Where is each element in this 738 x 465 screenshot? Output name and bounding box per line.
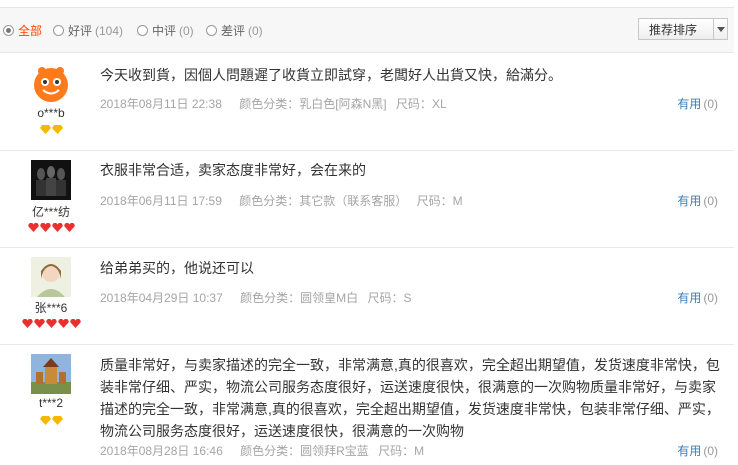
sort-dropdown[interactable]: 推荐排序 (638, 18, 728, 40)
useful-label[interactable]: 有用 (677, 444, 701, 458)
useful-button[interactable]: 有用 (0) (677, 192, 718, 209)
filter-all-label: 全部 (18, 24, 43, 38)
gold-diamond-badge-icon (18, 125, 84, 134)
filter-negative-label: 差评 (221, 24, 246, 38)
castle-landscape-avatar-icon[interactable] (31, 354, 71, 394)
useful-button[interactable]: 有用 (0) (677, 289, 718, 306)
filter-positive[interactable]: 好评 (104) (53, 22, 123, 39)
size-label: 尺码： (378, 444, 415, 458)
review-text: 质量非常好，与卖家描述的完全一致，非常满意,真的很喜欢，完全超出期望值，发货速度… (100, 357, 720, 439)
dark-figures-avatar-icon[interactable] (31, 160, 71, 200)
color-value: 乳白色[阿森N黑] (299, 97, 387, 111)
filter-positive-label: 好评 (68, 24, 93, 38)
radio-all[interactable] (3, 25, 14, 36)
filter-neutral[interactable]: 中评 (0) (137, 22, 194, 39)
filter-neutral-count: (0) (179, 23, 194, 38)
useful-label[interactable]: 有用 (677, 194, 701, 208)
useful-button[interactable]: 有用 (0) (677, 95, 718, 112)
size-label: 尺码： (367, 291, 404, 305)
size-label: 尺码： (395, 97, 432, 111)
useful-label[interactable]: 有用 (677, 291, 701, 305)
username[interactable]: t***2 (18, 396, 84, 410)
color-value: 圆领皇M白 (300, 291, 359, 305)
review-meta: 2018年06月11日 17:59 颜色分类：其它款（联系客服） 尺码：M (100, 192, 463, 209)
filter-negative-count: (0) (248, 23, 263, 38)
color-value: 圆领拜R宝蓝 (300, 444, 369, 458)
orange-cartoon-avatar-icon[interactable] (31, 63, 71, 103)
filter-neutral-label: 中评 (152, 24, 177, 38)
color-label: 颜色分类： (240, 291, 301, 305)
useful-count: (0) (703, 97, 718, 111)
username[interactable]: o***b (18, 106, 84, 120)
red-heart-badge-icon (18, 319, 84, 328)
sort-label: 推荐排序 (649, 22, 698, 37)
size-value: S (403, 291, 412, 305)
radio-positive[interactable] (53, 25, 64, 36)
review-filter-bar: 全部 好评 (104) 中评 (0) 差评 (0) 推荐排序 (0, 7, 734, 53)
size-label: 尺码： (416, 194, 453, 208)
useful-button[interactable]: 有用 (0) (677, 442, 718, 459)
color-label: 颜色分类： (239, 194, 300, 208)
radio-neutral[interactable] (137, 25, 148, 36)
girl-portrait-avatar-icon[interactable] (31, 257, 71, 297)
size-value: M (452, 194, 463, 208)
size-value: M (414, 444, 425, 458)
gold-diamond-badge-icon (18, 416, 84, 425)
color-label: 颜色分类： (239, 97, 300, 111)
review-meta: 2018年04月29日 10:37 颜色分类：圆领皇M白 尺码：S (100, 289, 412, 306)
useful-count: (0) (703, 194, 718, 208)
review-text: 给弟弟买的，他说还可以 (100, 260, 254, 276)
review-date: 2018年08月11日 22:38 (100, 97, 222, 111)
useful-count: (0) (703, 444, 718, 458)
review-meta: 2018年08月28日 16:46 颜色分类：圆领拜R宝蓝 尺码：M (100, 442, 424, 459)
useful-label[interactable]: 有用 (677, 97, 701, 111)
color-value: 其它款（联系客服） (299, 194, 408, 208)
review-date: 2018年06月11日 17:59 (100, 194, 222, 208)
review-meta: 2018年08月11日 22:38 颜色分类：乳白色[阿森N黑] 尺码：XL (100, 95, 447, 112)
review-text: 今天收到貨，因個人問題遲了收貨立即試穿，老闆好人出貨又快，給滿分。 (100, 67, 562, 83)
review-item: t***2 质量非常好，与卖家描述的完全一致，非常满意,真的很喜欢，完全超出期望… (0, 344, 734, 465)
filter-positive-count: (104) (95, 23, 124, 38)
red-heart-badge-icon (18, 223, 84, 232)
username[interactable]: 张***6 (18, 299, 84, 316)
size-value: XL (431, 97, 447, 111)
useful-count: (0) (703, 291, 718, 305)
filter-all[interactable]: 全部 (3, 22, 42, 39)
chevron-down-icon[interactable] (713, 19, 727, 39)
color-label: 颜色分类： (240, 444, 301, 458)
review-item: 亿***纺 衣服非常合适，卖家态度非常好，会在来的 2018年06月11日 17… (0, 150, 734, 248)
review-date: 2018年04月29日 10:37 (100, 291, 223, 305)
review-item: o***b 今天收到貨，因個人問題遲了收貨立即試穿，老闆好人出貨又快，給滿分。 … (0, 52, 734, 151)
username[interactable]: 亿***纺 (18, 203, 84, 220)
filter-negative[interactable]: 差评 (0) (206, 22, 263, 39)
radio-negative[interactable] (206, 25, 217, 36)
review-item: 张***6 给弟弟买的，他说还可以 2018年04月29日 10:37 颜色分类… (0, 247, 734, 345)
review-text: 衣服非常合适，卖家态度非常好，会在来的 (100, 162, 366, 178)
review-date: 2018年08月28日 16:46 (100, 444, 223, 458)
